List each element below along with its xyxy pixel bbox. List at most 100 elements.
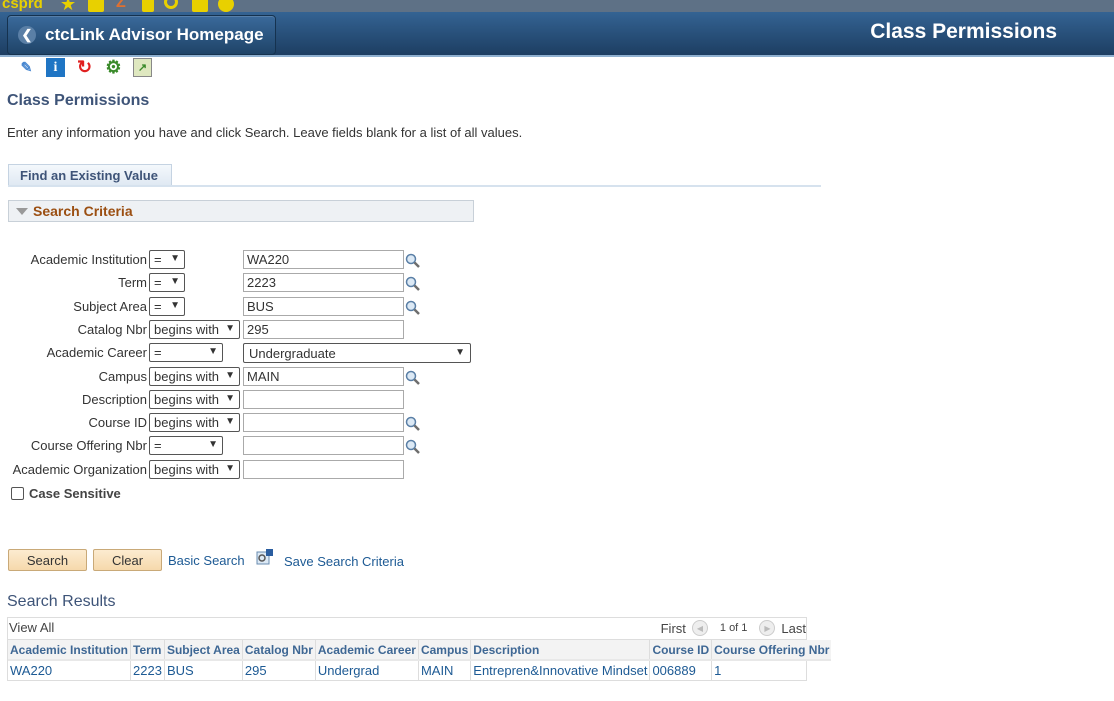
academic-institution-input[interactable]: WA220 — [243, 250, 404, 269]
banner-title: Class Permissions — [870, 20, 1057, 43]
cell-link[interactable]: Entrepren&Innovative Mindset — [470, 659, 651, 680]
academic-organization-input[interactable] — [243, 460, 404, 479]
operator-select[interactable]: = ▼ — [149, 436, 223, 455]
lookup-icon[interactable] — [405, 439, 421, 455]
operator-select[interactable]: = ▼ — [149, 250, 185, 269]
cell-link[interactable]: 006889 — [649, 659, 713, 680]
criteria-row-academic-organization: Academic Organization begins with ▼ — [0, 460, 480, 480]
operator-select[interactable]: begins with ▼ — [149, 413, 240, 432]
save-search-criteria-link[interactable]: Save Search Criteria — [284, 554, 404, 569]
operator-select[interactable]: begins with ▼ — [149, 367, 240, 386]
column-header[interactable]: Academic Career — [315, 640, 419, 660]
lookup-icon[interactable] — [405, 300, 421, 316]
lookup-icon[interactable] — [405, 416, 421, 432]
star-icon[interactable]: ★ — [60, 0, 76, 12]
next-icon[interactable]: ▶ — [759, 620, 776, 636]
last-link[interactable]: Last — [781, 621, 806, 636]
operator-select[interactable]: = ▼ — [149, 273, 185, 292]
collapse-triangle-icon[interactable] — [16, 208, 28, 215]
case-sensitive-label: Case Sensitive — [29, 486, 121, 501]
term-input[interactable]: 2223 — [243, 273, 404, 292]
grid-navigation: View All First ◀ 1 of 1 ▶ Last — [8, 618, 806, 640]
table-row[interactable]: WA220 2223 BUS 295 Undergrad MAIN Entrep… — [8, 659, 832, 680]
case-sensitive-checkbox[interactable] — [11, 487, 24, 500]
criteria-row-term: Term = ▼ 2223 — [0, 273, 480, 293]
case-sensitive-option[interactable]: Case Sensitive — [11, 486, 121, 501]
lookup-icon[interactable] — [405, 253, 421, 269]
column-header[interactable]: Course Offering Nbr — [711, 640, 832, 660]
folder-icon[interactable] — [88, 0, 104, 12]
page-icon[interactable] — [142, 0, 154, 12]
table-header-row: Academic Institution Term Subject Area C… — [8, 640, 832, 660]
operator-select[interactable]: = ▼ — [149, 343, 223, 362]
field-label: Course Offering Nbr — [30, 438, 147, 453]
operator-select[interactable]: = ▼ — [149, 297, 185, 316]
column-header[interactable]: Description — [470, 640, 651, 660]
criteria-row-academic-career: Academic Career = ▼ Undergraduate ▼ — [0, 343, 480, 363]
field-label: Catalog Nbr — [77, 322, 147, 337]
cell-link[interactable]: WA220 — [8, 659, 132, 680]
field-label: Academic Organization — [12, 462, 147, 477]
column-header[interactable]: Catalog Nbr — [242, 640, 316, 660]
cell-link[interactable]: Undergrad — [315, 659, 419, 680]
column-header[interactable]: Academic Institution — [8, 640, 132, 660]
criteria-row-academic-institution: Academic Institution = ▼ WA220 — [0, 250, 480, 270]
cell-link[interactable]: 1 — [711, 659, 832, 680]
field-label: Term — [118, 275, 147, 290]
chart-icon[interactable]: ↗ — [133, 58, 152, 77]
search-button[interactable]: Search — [8, 549, 87, 571]
subject-area-input[interactable]: BUS — [243, 297, 404, 316]
search-criteria-header[interactable]: Search Criteria — [8, 200, 474, 222]
home-button-label: ctcLink Advisor Homepage — [45, 25, 264, 44]
tab-find-existing-value[interactable]: Find an Existing Value — [8, 164, 172, 186]
clear-button[interactable]: Clear — [93, 549, 162, 571]
operator-select[interactable]: begins with ▼ — [149, 460, 240, 479]
home-button[interactable]: ❮ ctcLink Advisor Homepage — [7, 15, 276, 55]
field-label: Course ID — [88, 415, 147, 430]
operator-select[interactable]: begins with ▼ — [149, 320, 240, 339]
eraser-icon[interactable]: ✎ — [17, 58, 36, 77]
operator-select[interactable]: begins with ▼ — [149, 390, 240, 409]
catalog-nbr-input[interactable]: 295 — [243, 320, 404, 339]
column-header[interactable]: Campus — [418, 640, 472, 660]
lookup-icon[interactable] — [405, 276, 421, 292]
help-icon[interactable] — [218, 0, 234, 12]
basic-search-link[interactable]: Basic Search — [168, 553, 245, 568]
cell-link[interactable]: MAIN — [418, 659, 472, 680]
field-label: Description — [81, 392, 147, 407]
cell-link[interactable]: 295 — [242, 659, 316, 680]
cell-link[interactable]: BUS — [164, 659, 243, 680]
column-header[interactable]: Subject Area — [164, 640, 243, 660]
campus-input[interactable]: MAIN — [243, 367, 404, 386]
cell-link[interactable]: 2223 — [130, 659, 165, 680]
criteria-row-catalog-nbr: Catalog Nbr begins with ▼ 295 — [0, 320, 480, 340]
header-banner: ❮ ctcLink Advisor Homepage Class Permiss… — [0, 12, 1114, 57]
first-link[interactable]: First — [661, 621, 686, 636]
column-header[interactable]: Course ID — [649, 640, 713, 660]
course-offering-nbr-input[interactable] — [243, 436, 404, 455]
field-label: Subject Area — [73, 299, 147, 314]
save-search-icon[interactable] — [256, 548, 274, 566]
description-input[interactable] — [243, 390, 404, 409]
page-info: 1 of 1 — [719, 622, 748, 634]
academic-career-select[interactable]: Undergraduate ▼ — [243, 343, 471, 363]
course-id-input[interactable] — [243, 413, 404, 432]
info-icon[interactable]: i — [46, 58, 65, 77]
page-toolbar: ✎ i ↻ ⚙ ↗ — [17, 57, 152, 77]
edit-icon[interactable]: Z — [116, 0, 132, 11]
field-label: Academic Career — [46, 345, 147, 360]
column-header[interactable]: Term — [130, 640, 165, 660]
page-title: Class Permissions — [7, 92, 150, 109]
lookup-icon[interactable] — [405, 370, 421, 386]
previous-icon[interactable]: ◀ — [691, 620, 708, 636]
view-all-link[interactable]: View All — [9, 620, 54, 635]
workspace-icon[interactable] — [192, 0, 208, 12]
refresh-icon[interactable]: ↻ — [75, 57, 94, 77]
tab-divider — [8, 185, 821, 187]
criteria-row-course-offering-nbr: Course Offering Nbr = ▼ — [0, 436, 480, 456]
gear-icon[interactable]: ⚙ — [104, 57, 123, 77]
system-toolbar: csprd ★ Z — [0, 0, 1114, 12]
environment-label: csprd — [2, 0, 43, 12]
search-criteria-label: Search Criteria — [33, 203, 133, 219]
search-icon[interactable] — [164, 0, 178, 9]
